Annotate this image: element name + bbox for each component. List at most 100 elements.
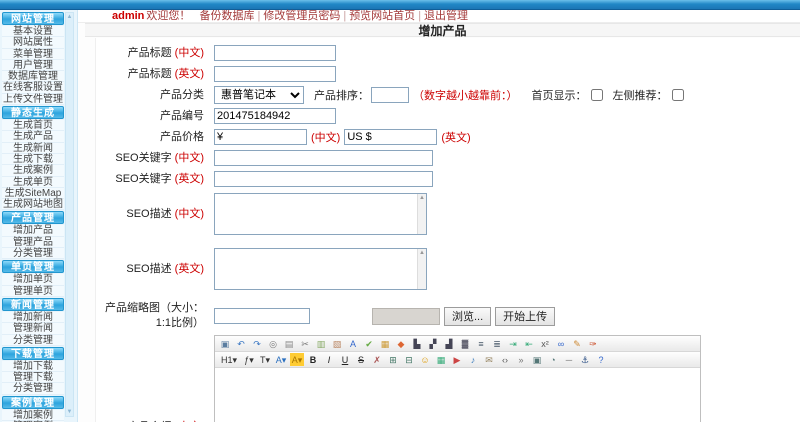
align-center-icon[interactable]: ▞ bbox=[426, 337, 440, 350]
sidebar-item[interactable]: 增加新闻 bbox=[2, 311, 64, 324]
editor-content-area[interactable] bbox=[215, 368, 700, 422]
sidebar-item[interactable]: 分类管理 bbox=[2, 334, 64, 346]
product-title-en-input[interactable] bbox=[214, 66, 336, 82]
redo-icon[interactable]: ↷ bbox=[250, 337, 264, 350]
scroll-up-icon[interactable]: ▲ bbox=[66, 13, 73, 21]
movie-icon[interactable]: ▶ bbox=[450, 353, 464, 366]
sidebar-item[interactable]: 生成网站地图 bbox=[2, 199, 64, 211]
scroll-down-icon[interactable]: ▼ bbox=[66, 408, 73, 416]
sidebar-item[interactable]: 上传文件管理 bbox=[2, 93, 64, 106]
seo-keyword-cn-input[interactable] bbox=[214, 150, 433, 166]
time-icon[interactable]: ◔ bbox=[546, 353, 560, 366]
sidebar-item[interactable]: 管理新闻 bbox=[2, 323, 64, 335]
seo-desc-cn-textarea[interactable] bbox=[214, 193, 427, 235]
sidebar-section-header[interactable]: 案例管理 bbox=[2, 395, 64, 409]
sidebar-item[interactable]: 网站属性 bbox=[2, 37, 64, 49]
code-icon[interactable]: ‹› bbox=[498, 353, 512, 366]
sidebar-item[interactable]: 生成下载 bbox=[2, 153, 64, 166]
undo-icon[interactable]: ↶ bbox=[234, 337, 248, 350]
quote-icon[interactable]: » bbox=[514, 353, 528, 366]
sidebar-item[interactable]: 分类管理 bbox=[2, 383, 64, 395]
unordered-list-icon[interactable]: ≣ bbox=[490, 337, 504, 350]
sidebar-item[interactable]: 增加单页 bbox=[2, 274, 64, 286]
cut-icon[interactable]: ✂ bbox=[298, 337, 312, 350]
outdent-icon[interactable]: ⇤ bbox=[522, 337, 536, 350]
topbar-link[interactable]: 退出管理 bbox=[424, 10, 468, 22]
sound-icon[interactable]: ♪ bbox=[466, 353, 480, 366]
strikethrough-icon[interactable]: S bbox=[354, 353, 368, 366]
underline-icon[interactable]: U bbox=[338, 353, 352, 366]
ordered-list-icon[interactable]: ≡ bbox=[474, 337, 488, 350]
sidebar-section-header[interactable]: 产品管理 bbox=[2, 211, 64, 225]
price-en-input[interactable] bbox=[344, 129, 438, 145]
sidebar-item[interactable]: 管理单页 bbox=[2, 285, 64, 297]
thumbnail-path-input[interactable] bbox=[214, 308, 310, 324]
sidebar-section-header[interactable]: 单页管理 bbox=[2, 260, 64, 274]
image-small-icon[interactable]: ▦ bbox=[378, 337, 392, 350]
anchor-icon[interactable]: ⚓ bbox=[578, 353, 592, 366]
date-icon[interactable]: ▣ bbox=[530, 353, 544, 366]
backcolor-icon[interactable]: A▾ bbox=[290, 353, 304, 366]
print-icon[interactable]: ▤ bbox=[282, 337, 296, 350]
indent-icon[interactable]: ⇥ bbox=[506, 337, 520, 350]
help-icon[interactable]: ? bbox=[594, 353, 608, 366]
italic-icon[interactable]: I bbox=[322, 353, 336, 366]
spellcheck-icon[interactable]: ✔ bbox=[362, 337, 376, 350]
left-recommend-checkbox[interactable] bbox=[671, 89, 684, 101]
sidebar-item[interactable]: 管理产品 bbox=[2, 236, 64, 249]
product-title-cn-input[interactable] bbox=[214, 45, 336, 61]
link-icon[interactable]: ∞ bbox=[554, 337, 568, 350]
price-cn-input[interactable] bbox=[214, 129, 307, 145]
brush-icon[interactable]: ✑ bbox=[586, 337, 600, 350]
font-select[interactable]: ƒ▾ bbox=[242, 353, 256, 366]
emoticon-icon[interactable]: ☺ bbox=[418, 353, 432, 366]
textarea-scrollbar[interactable]: ▲ bbox=[417, 194, 426, 234]
sidebar-item[interactable]: 生成首页 bbox=[2, 120, 64, 132]
pencil-icon[interactable]: ✎ bbox=[570, 337, 584, 350]
align-left-icon[interactable]: ▙ bbox=[410, 337, 424, 350]
sidebar-item[interactable]: 分类管理 bbox=[2, 248, 64, 260]
align-justify-icon[interactable]: ▓ bbox=[458, 337, 472, 350]
forecolor-icon[interactable]: A▾ bbox=[274, 353, 288, 366]
sidebar-item[interactable]: 管理下载 bbox=[2, 372, 64, 384]
table-cell-icon[interactable]: ⊟ bbox=[402, 353, 416, 366]
hr-icon[interactable]: ─ bbox=[562, 353, 576, 366]
textarea-scrollbar[interactable]: ▲ bbox=[417, 249, 426, 289]
remove-format-icon[interactable]: ✗ bbox=[370, 353, 384, 366]
sidebar-item[interactable]: 增加产品 bbox=[2, 225, 64, 237]
home-show-checkbox[interactable] bbox=[590, 89, 603, 101]
superscript-icon[interactable]: x² bbox=[538, 337, 552, 350]
seo-keyword-en-input[interactable] bbox=[214, 171, 433, 187]
sidebar-item[interactable]: 生成新闻 bbox=[2, 142, 64, 154]
paste-icon[interactable]: ▧ bbox=[330, 337, 344, 350]
sidebar-section-header[interactable]: 网站管理 bbox=[2, 12, 64, 25]
attach-file-icon[interactable]: ✉ bbox=[482, 353, 496, 366]
sort-input[interactable] bbox=[371, 87, 409, 103]
seo-desc-en-textarea[interactable] bbox=[214, 248, 427, 290]
image-icon[interactable]: ▦ bbox=[434, 353, 448, 366]
select-all-icon[interactable]: A bbox=[346, 337, 360, 350]
sidebar-item[interactable]: 增加案例 bbox=[2, 409, 64, 422]
sidebar-section-header[interactable]: 新闻管理 bbox=[2, 297, 64, 311]
browse-button[interactable]: 浏览... bbox=[444, 306, 492, 326]
flash-small-icon[interactable]: ◆ bbox=[394, 337, 408, 350]
product-number-input[interactable] bbox=[214, 108, 336, 124]
sidebar-item[interactable]: 用户管理 bbox=[2, 59, 64, 72]
sidebar-section-header[interactable]: 静态生成 bbox=[2, 106, 64, 120]
topbar-link[interactable]: 修改管理员密码 bbox=[263, 10, 340, 22]
align-right-icon[interactable]: ▟ bbox=[442, 337, 456, 350]
category-select[interactable]: 惠普笔记本 bbox=[214, 86, 304, 104]
sidebar-item[interactable]: 生成案例 bbox=[2, 165, 64, 177]
copy-icon[interactable]: ▥ bbox=[314, 337, 328, 350]
topbar-link[interactable]: 预览网站首页 bbox=[349, 10, 415, 22]
sidebar-item[interactable]: 增加下载 bbox=[2, 360, 64, 373]
sidebar-item[interactable]: 数据库管理 bbox=[2, 71, 64, 83]
sidebar-section-header[interactable]: 下载管理 bbox=[2, 346, 64, 360]
sidebar-item[interactable]: 生成单页 bbox=[2, 176, 64, 188]
topbar-link[interactable]: 备份数据库 bbox=[199, 10, 254, 22]
sidebar-item[interactable]: 基本设置 bbox=[2, 26, 64, 38]
table-icon[interactable]: ⊞ bbox=[386, 353, 400, 366]
sidebar-item[interactable]: 在线客服设置 bbox=[2, 82, 64, 94]
find-icon[interactable]: ◎ bbox=[266, 337, 280, 350]
start-upload-button[interactable]: 开始上传 bbox=[495, 306, 556, 326]
